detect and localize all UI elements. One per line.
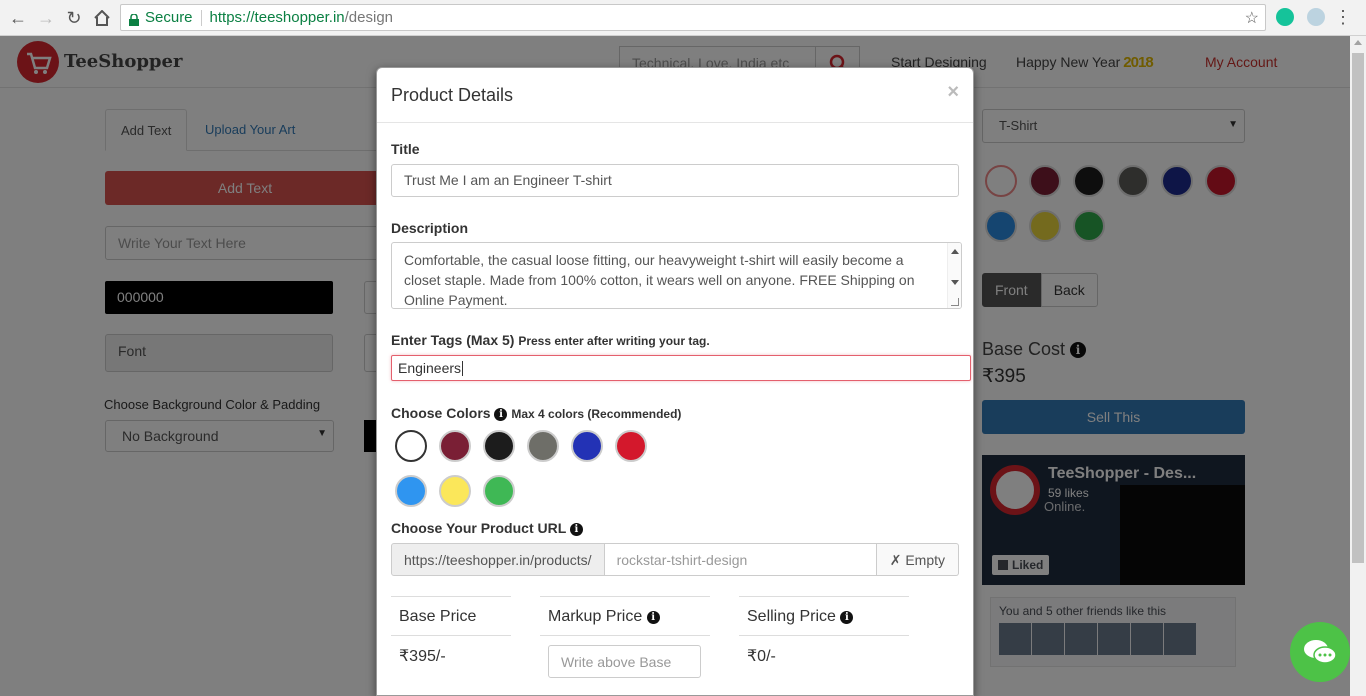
tags-label: Enter Tags (Max 5) [391, 332, 515, 348]
product-details-modal: Product Details × Title Trust Me I am an… [376, 67, 974, 696]
color-swatch[interactable] [439, 475, 471, 507]
info-icon[interactable]: i [494, 408, 508, 421]
url-heading: Choose Your Product URL i [391, 520, 583, 536]
markup-price-label: Markup Price [548, 608, 643, 625]
scrollbar-thumb[interactable] [1352, 53, 1364, 563]
tags-heading: Enter Tags (Max 5) Press enter after wri… [391, 332, 710, 348]
scroll-up-arrow-icon[interactable] [951, 249, 959, 254]
browser-toolbar: ← → ↻ Secure https://teeshopper.in/desig… [0, 0, 1366, 36]
scroll-up-arrow-icon[interactable] [1354, 40, 1362, 45]
url-label: Choose Your Product URL [391, 520, 567, 536]
color-swatch[interactable] [571, 430, 603, 462]
text-cursor [462, 361, 464, 376]
markup-price-column: Markup Price i [540, 596, 710, 636]
base-price-column: Base Price ₹395/- [391, 596, 511, 676]
scroll-down-arrow-icon[interactable] [951, 280, 959, 285]
color-swatch[interactable] [615, 430, 647, 462]
color-swatch[interactable] [483, 430, 515, 462]
modal-title: Product Details [391, 85, 514, 105]
color-swatch[interactable] [527, 430, 559, 462]
chat-bubble-icon[interactable] [1290, 622, 1350, 682]
description-text: Comfortable, the casual loose fitting, o… [404, 252, 915, 308]
colors-label: Choose Colors [391, 405, 491, 421]
info-icon[interactable]: i [569, 523, 583, 536]
url-prefix: https://teeshopper.in/products/ [391, 543, 605, 576]
color-swatch[interactable] [439, 430, 471, 462]
modal-header: Product Details × [377, 68, 973, 123]
browser-menu-icon[interactable]: ⋮ [1334, 8, 1352, 26]
colors-heading: Choose Colors i Max 4 colors (Recommende… [391, 405, 681, 421]
selling-price-heading: Selling Price i [739, 596, 909, 636]
forward-arrow-icon[interactable]: → [34, 6, 58, 30]
info-icon[interactable]: i [646, 611, 660, 624]
url-path: /design [344, 9, 394, 26]
color-swatch[interactable] [395, 430, 427, 462]
markup-price-heading: Markup Price i [540, 596, 710, 636]
page-scrollbar[interactable] [1350, 36, 1366, 696]
title-input[interactable]: Trust Me I am an Engineer T-shirt [391, 164, 959, 197]
colors-hint: Max 4 colors (Recommended) [511, 407, 682, 421]
empty-url-button[interactable]: ✗ Empty [876, 543, 959, 576]
product-url-input[interactable]: rockstar-tshirt-design [604, 543, 877, 576]
home-icon[interactable] [90, 6, 114, 30]
tags-hint: Press enter after writing your tag. [518, 334, 710, 348]
info-icon[interactable]: i [840, 611, 854, 624]
reload-icon[interactable]: ↻ [62, 6, 86, 30]
url-host: https://teeshopper.in [209, 9, 345, 26]
description-textarea[interactable]: Comfortable, the casual loose fitting, o… [391, 242, 962, 309]
address-bar[interactable]: Secure https://teeshopper.in/design ☆ [120, 4, 1266, 31]
base-price-label: Base Price [391, 596, 511, 636]
close-icon[interactable]: × [947, 81, 959, 104]
resize-grip-icon[interactable] [951, 298, 959, 306]
textarea-scrollbar[interactable] [947, 243, 961, 308]
base-price-value: ₹395/- [399, 648, 446, 665]
tags-input-value: Engineers [398, 360, 462, 376]
markup-price-input[interactable]: Write above Base [548, 645, 701, 678]
selling-price-column: Selling Price i ₹0/- [739, 596, 909, 676]
omnibox-divider [200, 9, 202, 26]
lock-icon [129, 12, 139, 26]
selling-price-label: Selling Price [747, 608, 836, 625]
color-swatch[interactable] [395, 475, 427, 507]
product-url-group: https://teeshopper.in/products/ rockstar… [391, 543, 959, 576]
back-arrow-icon[interactable]: ← [6, 6, 30, 30]
secure-label: Secure [145, 9, 193, 26]
color-swatch[interactable] [483, 475, 515, 507]
skype-extension-icon[interactable] [1307, 8, 1325, 26]
grammarly-extension-icon[interactable] [1276, 8, 1294, 26]
tags-input[interactable]: Engineers [391, 355, 971, 381]
bookmark-star-icon[interactable]: ☆ [1245, 8, 1259, 28]
description-label: Description [391, 220, 469, 236]
title-label: Title [391, 141, 420, 157]
selling-price-value: ₹0/- [747, 648, 776, 665]
